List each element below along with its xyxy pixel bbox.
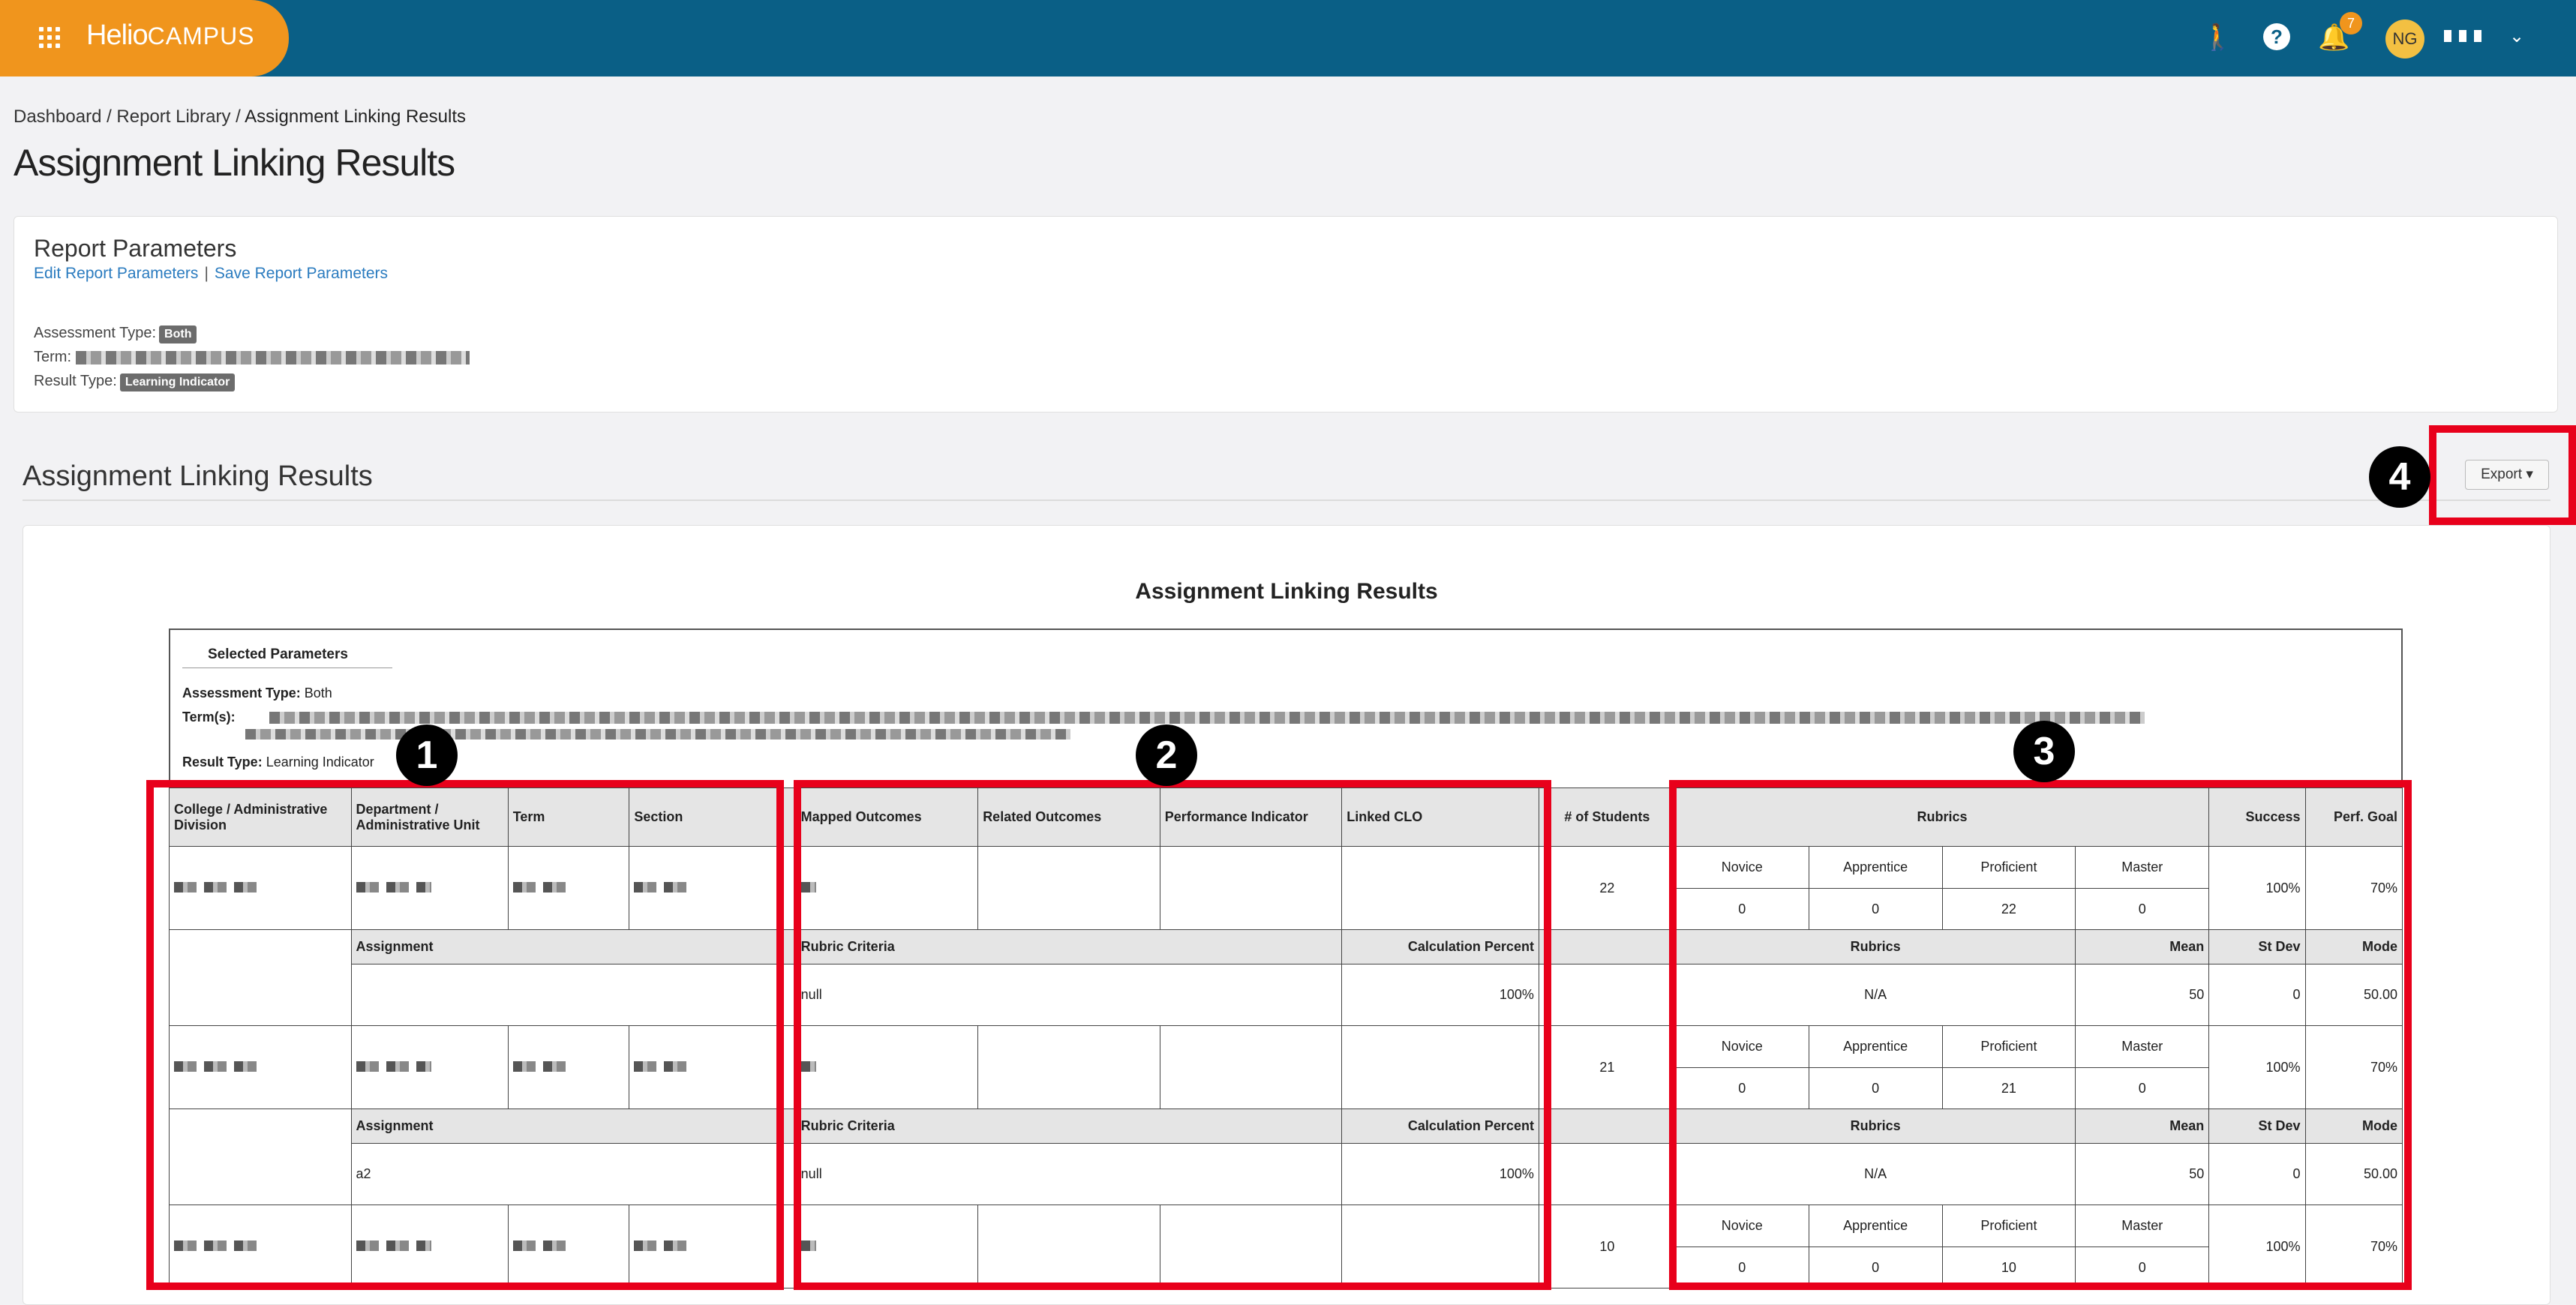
report-terms-line2 bbox=[245, 728, 1070, 743]
breadcrumb-report-library[interactable]: Report Library / bbox=[116, 106, 240, 127]
assessment-type-row: Assessment Type: Both bbox=[34, 325, 197, 344]
helio-campus-logo[interactable]: HelioCAMPUS bbox=[86, 20, 255, 52]
top-navigation-bar: HelioCAMPUS 🚶 ? 🔔 7 NG ⌄ bbox=[0, 0, 2576, 76]
terms-redacted-2 bbox=[245, 729, 1070, 740]
annotation-number-4: 4 bbox=[2369, 446, 2430, 508]
annotation-number-2: 2 bbox=[1136, 724, 1197, 786]
breadcrumb-current: Assignment Linking Results bbox=[245, 106, 466, 127]
edit-report-parameters-link[interactable]: Edit Report Parameters bbox=[34, 265, 198, 282]
annotation-number-3: 3 bbox=[2013, 721, 2075, 782]
help-icon[interactable]: ? bbox=[2263, 23, 2290, 50]
save-report-parameters-link[interactable]: Save Report Parameters bbox=[215, 265, 388, 282]
link-separator: | bbox=[204, 265, 209, 282]
term-value-redacted bbox=[75, 350, 470, 364]
students-cell: 21 bbox=[1538, 1025, 1676, 1109]
empty-cell bbox=[1538, 929, 1676, 964]
walking-person-icon[interactable]: 🚶 bbox=[2202, 22, 2233, 52]
section-title: Assignment Linking Results bbox=[23, 460, 373, 492]
terms-redacted bbox=[269, 712, 2145, 724]
assessment-type-label: Assessment Type: bbox=[34, 325, 157, 341]
term-label: Term: bbox=[34, 349, 71, 365]
result-type-row: Result Type: Learning Indicator bbox=[34, 373, 236, 392]
report-title: Assignment Linking Results bbox=[1135, 579, 1438, 604]
report-parameters-title: Report Parameters bbox=[34, 235, 237, 262]
highlight-box-1 bbox=[146, 780, 784, 1290]
assessment-type-pill: Both bbox=[159, 326, 197, 344]
breadcrumb-dashboard[interactable]: Dashboard / bbox=[14, 106, 112, 127]
students-cell: 22 bbox=[1538, 846, 1676, 930]
user-name-redacted[interactable] bbox=[2444, 30, 2489, 42]
page-title: Assignment Linking Results bbox=[14, 142, 455, 184]
empty-cell bbox=[1538, 1108, 1676, 1144]
empty-cell bbox=[1538, 964, 1676, 1026]
report-terms: Term(s): bbox=[182, 710, 2145, 725]
students-cell: 10 bbox=[1538, 1204, 1676, 1288]
notification-count-badge: 7 bbox=[2340, 12, 2362, 34]
section-divider bbox=[23, 500, 2550, 501]
apps-grid-icon[interactable] bbox=[39, 27, 60, 48]
result-type-pill: Learning Indicator bbox=[119, 374, 236, 392]
highlight-box-3 bbox=[1669, 780, 2412, 1290]
brand-area: HelioCAMPUS bbox=[0, 0, 289, 76]
parameter-links: Edit Report Parameters | Save Report Param… bbox=[34, 265, 388, 283]
report-parameters-panel: Report Parameters Edit Report Parameters… bbox=[14, 216, 2558, 412]
highlight-box-4 bbox=[2429, 425, 2576, 525]
selected-parameters-heading: Selected Parameters bbox=[208, 646, 348, 662]
report-assessment-type: Assessment Type: Both bbox=[182, 686, 332, 700]
report-result-type: Result Type: Learning Indicator bbox=[182, 754, 374, 770]
user-avatar[interactable]: NG bbox=[2385, 20, 2424, 58]
annotation-number-1: 1 bbox=[396, 724, 458, 786]
highlight-box-2 bbox=[794, 780, 1551, 1290]
chevron-down-icon[interactable]: ⌄ bbox=[2509, 26, 2524, 47]
result-type-label: Result Type: bbox=[34, 373, 117, 389]
term-row: Term: bbox=[34, 349, 470, 366]
empty-cell bbox=[1538, 1143, 1676, 1205]
col-students: # of Students bbox=[1538, 788, 1676, 847]
breadcrumb: Dashboard / Report Library / Assignment … bbox=[14, 106, 466, 128]
